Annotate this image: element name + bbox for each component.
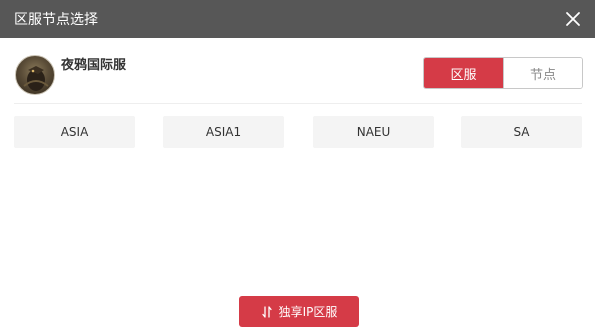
close-icon <box>566 12 580 26</box>
region-option-naeu[interactable]: NAEU <box>313 116 434 148</box>
swap-icon <box>261 305 273 318</box>
divider <box>14 103 582 104</box>
region-option-asia1[interactable]: ASIA1 <box>163 116 284 148</box>
exclusive-ip-server-button[interactable]: 独享IP区服 <box>239 296 359 327</box>
game-avatar <box>15 55 55 95</box>
game-header: 夜鸦国际服 区服 节点 <box>0 38 595 104</box>
raven-icon <box>23 66 49 91</box>
game-name: 夜鸦国际服 <box>61 58 127 73</box>
title-bar: 区服节点选择 <box>0 0 595 38</box>
region-list: ASIA ASIA1 NAEU SA <box>14 116 582 148</box>
exclusive-ip-server-label: 独享IP区服 <box>278 305 338 319</box>
tab-node[interactable]: 节点 <box>503 58 582 88</box>
close-button[interactable] <box>561 7 585 31</box>
region-option-asia[interactable]: ASIA <box>14 116 135 148</box>
tab-region[interactable]: 区服 <box>424 58 503 88</box>
server-node-toggle: 区服 节点 <box>423 57 583 89</box>
region-option-sa[interactable]: SA <box>461 116 582 148</box>
window-title: 区服节点选择 <box>14 12 98 28</box>
